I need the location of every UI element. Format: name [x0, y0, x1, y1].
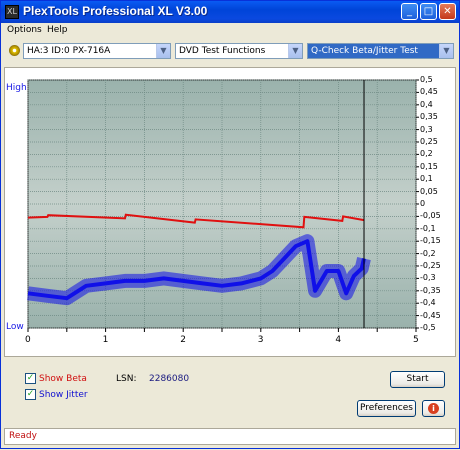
lsn-value: 2286080 — [149, 374, 190, 384]
start-button[interactable]: Start — [390, 371, 445, 388]
preferences-button[interactable]: Preferences — [357, 400, 416, 417]
y-tick-label: 0,4 — [420, 99, 433, 109]
y-tick-label: 0,45 — [420, 87, 438, 97]
y-tick-label: 0,1 — [420, 174, 433, 184]
y-tick-label: 0,5 — [420, 75, 433, 84]
y-tick-label: -0,1 — [420, 223, 436, 233]
lsn-label: LSN: — [116, 374, 137, 384]
y-tick-label: -0,35 — [420, 285, 441, 295]
x-tick-label: 3 — [257, 335, 264, 345]
y-tick-label: 0,35 — [420, 112, 438, 122]
y-tick-label: -0,15 — [420, 236, 441, 246]
x-tick-label: 2 — [180, 335, 186, 345]
main-window: XL PlexTools Professional XL V3.00 _ □ ✕… — [0, 0, 460, 449]
y-tick-label: 0,3 — [420, 124, 433, 134]
show-beta-label[interactable]: Show Beta — [39, 374, 87, 384]
info-icon: i — [428, 403, 439, 414]
show-jitter-label[interactable]: Show Jitter — [39, 390, 88, 400]
info-button[interactable]: i — [422, 400, 445, 417]
x-tick-label: 0 — [25, 335, 31, 345]
x-tick-label: 1 — [102, 335, 109, 345]
x-tick-label: 5 — [413, 335, 419, 345]
x-tick-label: 4 — [335, 335, 342, 345]
y-tick-label: -0,3 — [420, 273, 436, 283]
show-jitter-checkbox[interactable]: ✓ — [25, 389, 36, 400]
y-tick-label: -0,45 — [420, 310, 441, 320]
y-tick-label: -0,05 — [420, 211, 441, 221]
status-bar: Ready — [4, 428, 456, 445]
control-panel: ✓ Show Beta ✓ Show Jitter LSN: 2286080 S… — [4, 361, 456, 423]
y-tick-label: -0,2 — [420, 248, 436, 258]
y-tick-label: -0,4 — [420, 298, 436, 308]
y-tick-label: 0,2 — [420, 149, 433, 159]
y-tick-label: 0,05 — [420, 186, 438, 196]
y-tick-label: -0,25 — [420, 261, 441, 270]
y-tick-label: 0 — [420, 199, 426, 208]
show-beta-checkbox[interactable]: ✓ — [25, 373, 36, 384]
y-tick-label: 0,15 — [420, 161, 438, 171]
y-tick-label: 0,25 — [420, 137, 438, 146]
status-text: Ready — [9, 431, 37, 441]
y-tick-label: -0,5 — [420, 323, 436, 332]
